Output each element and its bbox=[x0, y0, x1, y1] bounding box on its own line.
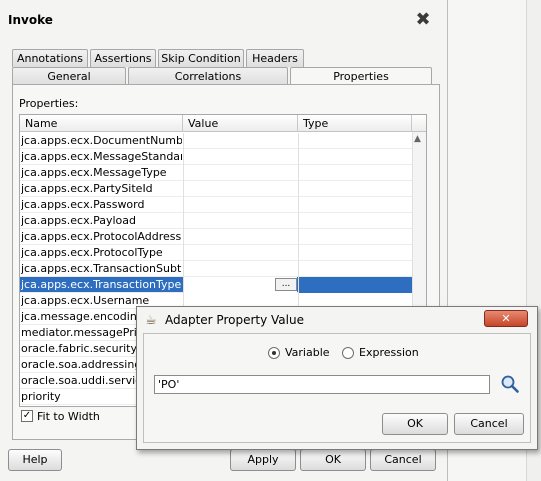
property-name-cell: jca.apps.ecx.ProtocolAddress bbox=[21, 230, 182, 243]
property-value-cell[interactable] bbox=[183, 213, 297, 229]
column-header-name[interactable]: Name bbox=[20, 115, 183, 132]
table-row[interactable]: jca.apps.ecx.ProtocolAddress bbox=[20, 229, 412, 245]
ok-button[interactable]: OK bbox=[300, 449, 366, 471]
popup-content: Variable Expression 'PO' OK Cancel bbox=[143, 333, 531, 443]
table-row[interactable]: jca.apps.ecx.TransactionSubt... bbox=[20, 261, 412, 277]
tab-annotations[interactable]: Annotations bbox=[12, 49, 88, 67]
tab-correlations[interactable]: Correlations bbox=[128, 67, 288, 85]
radio-variable[interactable] bbox=[268, 347, 280, 359]
radio-expression-label: Expression bbox=[359, 346, 419, 359]
property-value-cell[interactable] bbox=[183, 229, 297, 245]
column-header-type[interactable]: Type bbox=[298, 115, 412, 132]
table-row[interactable]: jca.apps.ecx.ProtocolType bbox=[20, 245, 412, 261]
properties-label: Properties: bbox=[19, 97, 79, 110]
dialog-title: Invoke bbox=[8, 13, 53, 27]
table-row[interactable]: jca.apps.ecx.TransactionType... bbox=[20, 277, 412, 293]
property-value-cell[interactable] bbox=[183, 245, 297, 261]
column-header-value[interactable]: Value bbox=[183, 115, 298, 132]
apply-button[interactable]: Apply bbox=[230, 449, 296, 471]
property-value-cell[interactable] bbox=[183, 197, 297, 213]
property-type-cell[interactable] bbox=[298, 181, 412, 197]
property-value-cell[interactable] bbox=[183, 149, 297, 165]
property-name-cell: jca.apps.ecx.DocumentNumber bbox=[21, 134, 182, 147]
radio-variable-label: Variable bbox=[285, 346, 330, 359]
table-row[interactable]: jca.apps.ecx.DocumentNumber bbox=[20, 133, 412, 149]
table-row[interactable]: jca.apps.ecx.PartySiteId bbox=[20, 181, 412, 197]
value-input[interactable]: 'PO' bbox=[154, 375, 490, 394]
popup-title: Adapter Property Value bbox=[165, 313, 304, 327]
property-type-cell[interactable] bbox=[298, 261, 412, 277]
property-name-cell: jca.apps.ecx.Payload bbox=[21, 214, 136, 227]
fit-to-width-label: Fit to Width bbox=[37, 410, 100, 423]
property-name-cell: jca.apps.ecx.ProtocolType bbox=[21, 246, 163, 259]
table-row[interactable]: jca.apps.ecx.Password bbox=[20, 197, 412, 213]
property-value-cell[interactable] bbox=[183, 165, 297, 181]
property-type-cell[interactable] bbox=[298, 197, 412, 213]
close-icon[interactable]: ✖ bbox=[412, 9, 434, 31]
scroll-up-icon[interactable]: ▲ bbox=[414, 134, 421, 144]
table-row[interactable]: jca.apps.ecx.MessageType bbox=[20, 165, 412, 181]
adapter-property-value-dialog: ☕ Adapter Property Value ✕ Variable Expr… bbox=[136, 306, 538, 450]
search-icon[interactable] bbox=[500, 374, 520, 394]
table-header: Name Value Type bbox=[20, 115, 426, 132]
property-type-cell[interactable] bbox=[298, 149, 412, 165]
property-type-cell[interactable] bbox=[298, 229, 412, 245]
property-name-cell: jca.apps.ecx.MessageType bbox=[21, 166, 167, 179]
property-name-cell: jca.apps.ecx.MessageStandard bbox=[21, 150, 182, 163]
property-type-cell[interactable] bbox=[298, 245, 412, 261]
property-value-cell[interactable] bbox=[183, 181, 297, 197]
property-type-cell[interactable] bbox=[298, 277, 412, 293]
property-name-cell: jca.apps.ecx.TransactionSubt... bbox=[21, 262, 182, 275]
help-button[interactable]: Help bbox=[8, 449, 62, 471]
cancel-button[interactable]: Cancel bbox=[370, 449, 436, 471]
property-value-cell[interactable] bbox=[183, 133, 297, 149]
table-row[interactable]: jca.apps.ecx.Payload bbox=[20, 213, 412, 229]
popup-cancel-button[interactable]: Cancel bbox=[454, 413, 524, 435]
property-type-cell[interactable] bbox=[298, 133, 412, 149]
radio-expression[interactable] bbox=[342, 347, 354, 359]
property-type-cell[interactable] bbox=[298, 165, 412, 181]
property-value-cell[interactable] bbox=[183, 261, 297, 277]
property-type-cell[interactable] bbox=[298, 213, 412, 229]
property-name-cell: jca.apps.ecx.PartySiteId bbox=[21, 182, 153, 195]
coffee-cup-icon: ☕ bbox=[145, 313, 157, 328]
property-name-cell: jca.apps.ecx.Password bbox=[21, 198, 145, 211]
tab-skip-condition[interactable]: Skip Condition bbox=[158, 49, 244, 67]
popup-close-button[interactable]: ✕ bbox=[484, 310, 528, 327]
ellipsis-button[interactable]: ... bbox=[275, 278, 297, 291]
tab-headers[interactable]: Headers bbox=[246, 49, 304, 67]
tab-properties[interactable]: Properties bbox=[290, 67, 432, 85]
popup-ok-button[interactable]: OK bbox=[382, 413, 448, 435]
fit-to-width-checkbox[interactable]: ✓ bbox=[21, 410, 33, 422]
table-row[interactable]: jca.apps.ecx.MessageStandard bbox=[20, 149, 412, 165]
property-name-cell: jca.apps.ecx.TransactionType bbox=[21, 278, 182, 291]
tab-general[interactable]: General bbox=[12, 67, 126, 85]
tab-assertions[interactable]: Assertions bbox=[90, 49, 156, 67]
